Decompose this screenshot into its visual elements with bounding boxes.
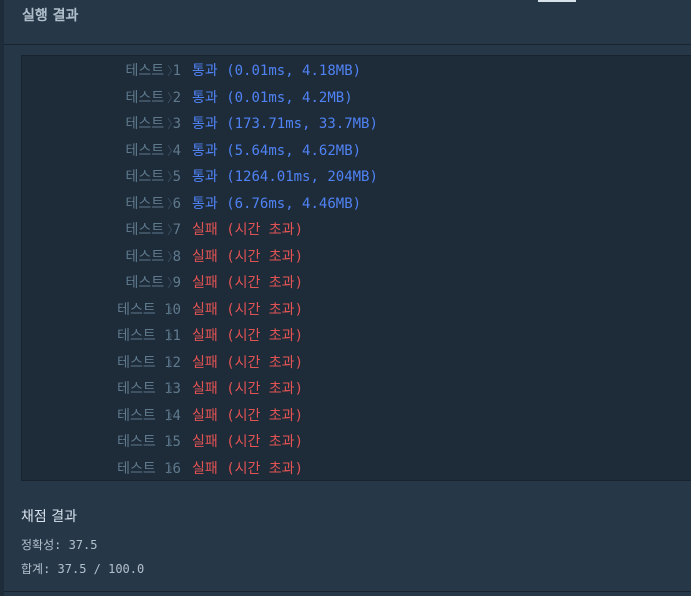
test-result-fail: 실패 (시간 초과) bbox=[192, 222, 303, 238]
test-result-fail: 실패 (시간 초과) bbox=[192, 354, 303, 371]
chevron-right-icon: 〉 bbox=[167, 355, 180, 370]
chevron-right-icon: 〉 bbox=[167, 90, 180, 105]
test-result-fail: 실패 (시간 초과) bbox=[192, 248, 303, 265]
test-row: 테스트 11 〉 실패 (시간 초과) bbox=[22, 323, 691, 350]
test-row: 테스트 14 〉 실패 (시간 초과) bbox=[22, 403, 691, 430]
chevron-right-icon: 〉 bbox=[167, 329, 180, 343]
chevron-right-icon: 〉 bbox=[167, 302, 180, 317]
test-result-pass: 통과 (5.64ms, 4.62MB) bbox=[192, 142, 362, 159]
chevron-right-icon: 〉 bbox=[167, 170, 180, 184]
test-row: 테스트 5 〉 통과 (1264.01ms, 204MB) bbox=[22, 164, 691, 191]
test-result-fail: 실패 (시간 초과) bbox=[192, 434, 303, 450]
chevron-right-icon: 〉 bbox=[167, 143, 180, 158]
test-result-fail: 실패 (시간 초과) bbox=[192, 381, 303, 397]
chevron-right-icon: 〉 bbox=[167, 196, 180, 211]
chevron-right-icon: 〉 bbox=[167, 117, 180, 131]
chevron-right-icon: 〉 bbox=[167, 223, 180, 237]
chevron-right-icon: 〉 bbox=[167, 382, 180, 396]
result-header: 실행 결과 bbox=[4, 0, 691, 45]
test-row: 테스트 2 〉 통과 (0.01ms, 4.2MB) bbox=[22, 85, 691, 112]
test-row: 테스트 3 〉 통과 (173.71ms, 33.7MB) bbox=[22, 111, 691, 138]
test-result-fail: 실패 (시간 초과) bbox=[192, 407, 303, 424]
chevron-right-icon: 〉 bbox=[167, 276, 180, 290]
test-result-pass: 통과 (0.01ms, 4.2MB) bbox=[192, 89, 353, 106]
test-row: 테스트 16 〉 실패 (시간 초과) bbox=[22, 456, 691, 483]
test-result-fail: 실패 (시간 초과) bbox=[192, 275, 303, 291]
chevron-right-icon: 〉 bbox=[167, 461, 180, 476]
test-result-pass: 통과 (0.01ms, 4.18MB) bbox=[192, 63, 362, 79]
tab-indicator bbox=[538, 0, 576, 2]
test-row: 테스트 1 〉 통과 (0.01ms, 4.18MB) bbox=[22, 58, 691, 85]
test-row: 테스트 15 〉 실패 (시간 초과) bbox=[22, 429, 691, 456]
test-row: 테스트 6 〉 통과 (6.76ms, 4.46MB) bbox=[22, 191, 691, 218]
test-row: 테스트 7 〉 실패 (시간 초과) bbox=[22, 217, 691, 244]
test-result-fail: 실패 (시간 초과) bbox=[192, 328, 303, 344]
test-result-fail: 실패 (시간 초과) bbox=[192, 460, 303, 477]
test-row: 테스트 10 〉 실패 (시간 초과) bbox=[22, 297, 691, 324]
accuracy-score: 정확성: 37.5 bbox=[21, 538, 98, 552]
test-row: 테스트 8 〉 실패 (시간 초과) bbox=[22, 244, 691, 271]
left-border bbox=[0, 0, 4, 596]
test-row: 테스트 13 〉 실패 (시간 초과) bbox=[22, 376, 691, 403]
test-result-pass: 통과 (173.71ms, 33.7MB) bbox=[192, 116, 378, 132]
header-title: 실행 결과 bbox=[22, 8, 79, 24]
test-result-fail: 실패 (시간 초과) bbox=[192, 301, 303, 318]
chevron-right-icon: 〉 bbox=[167, 64, 180, 78]
total-score: 합계: 37.5 / 100.0 bbox=[21, 562, 145, 576]
test-results-console: 테스트 1 〉 통과 (0.01ms, 4.18MB) 테스트 2 〉 통과 (0.01m… bbox=[21, 55, 691, 481]
test-result-pass: 통과 (6.76ms, 4.46MB) bbox=[192, 195, 362, 212]
chevron-right-icon: 〉 bbox=[167, 249, 180, 264]
chevron-right-icon: 〉 bbox=[167, 408, 180, 423]
score-title: 채점 결과 bbox=[21, 509, 77, 525]
test-row: 테스트 12 〉 실패 (시간 초과) bbox=[22, 350, 691, 377]
test-row: 테스트 4 〉 통과 (5.64ms, 4.62MB) bbox=[22, 138, 691, 165]
test-result-pass: 통과 (1264.01ms, 204MB) bbox=[192, 169, 378, 185]
footer-divider bbox=[4, 591, 691, 592]
test-row: 테스트 9 〉 실패 (시간 초과) bbox=[22, 270, 691, 297]
chevron-right-icon: 〉 bbox=[167, 435, 180, 449]
